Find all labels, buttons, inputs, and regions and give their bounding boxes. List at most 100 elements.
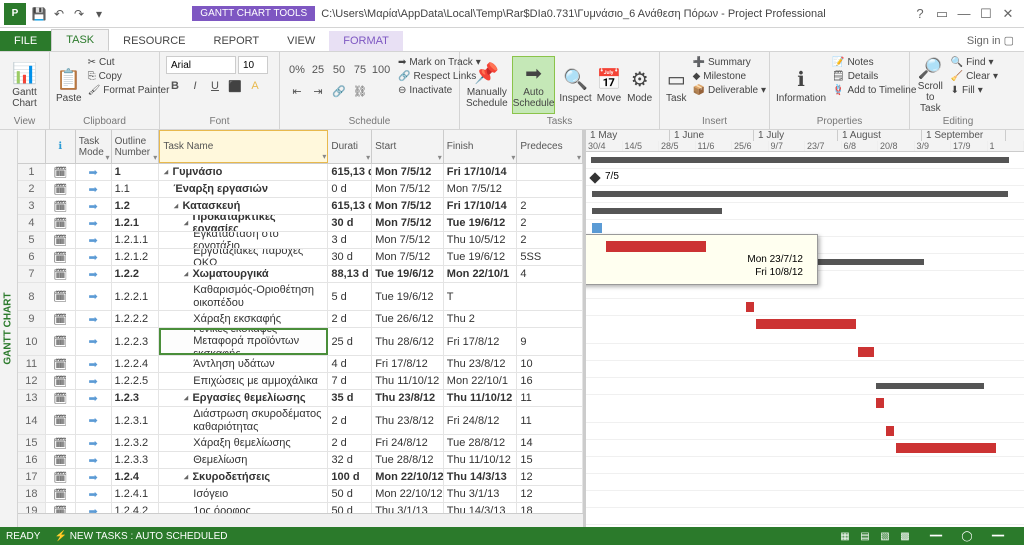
gantt-row[interactable] (586, 299, 1024, 316)
gantt-row[interactable] (586, 378, 1024, 395)
table-row[interactable]: 6🗓➡1.2.1.2Εργοταξιακές παροχές ΟΚΩ30 dMo… (18, 249, 583, 266)
col-duration[interactable]: Durati▾ (328, 130, 372, 163)
col-info[interactable]: ℹ (46, 130, 76, 163)
gantt-summary-bar[interactable] (592, 191, 1008, 197)
move-button[interactable]: 📅Move (596, 56, 623, 114)
format-painter-button[interactable]: 🖌Format Painter (86, 84, 172, 97)
gantt-milestone[interactable] (589, 172, 600, 183)
bold-button[interactable]: B (166, 77, 184, 95)
table-row[interactable]: 19🗓➡1.2.4.21ος όροφος50 dThu 3/1/13Thu 1… (18, 503, 583, 513)
table-row[interactable]: 9🗓➡1.2.2.2Χάραξη εκσκαφής2 dTue 26/6/12T… (18, 311, 583, 328)
tab-task[interactable]: TASK (51, 29, 109, 51)
pct25-button[interactable]: 25 (309, 61, 327, 79)
tab-format[interactable]: FORMAT (329, 31, 403, 51)
font-name-select[interactable] (166, 56, 236, 74)
table-row[interactable]: 12🗓➡1.2.2.5Επιχώσεις με αμμοχάλικα7 dThu… (18, 373, 583, 390)
task-insert-button[interactable]: ▭Task (666, 56, 687, 114)
font-size-select[interactable] (238, 56, 268, 74)
tab-report[interactable]: REPORT (200, 31, 274, 51)
mode-button[interactable]: ⚙Mode (626, 56, 653, 114)
table-row[interactable]: 8🗓➡1.2.2.1Καθαρισμός-Οριοθέτηση οικοπέδο… (18, 283, 583, 311)
help-icon[interactable]: ? (910, 6, 930, 21)
gantt-task-bar[interactable] (756, 319, 856, 329)
gantt-row[interactable] (586, 316, 1024, 344)
table-row[interactable]: 18🗓➡1.2.4.1Ισόγειο50 dMon 22/10/12Thu 3/… (18, 486, 583, 503)
table-row[interactable]: 2🗓➡1.1Έναρξη εργασιών0 dMon 7/5/12Mon 7/… (18, 181, 583, 198)
pct75-button[interactable]: 75 (351, 61, 369, 79)
gantt-task-bar[interactable] (746, 302, 754, 312)
manually-schedule-button[interactable]: 📌Manually Schedule (466, 56, 508, 114)
gantt-row[interactable] (586, 361, 1024, 378)
gantt-summary-bar[interactable] (592, 208, 722, 214)
gantt-row[interactable] (586, 440, 1024, 457)
zoom-out-icon[interactable]: ━━ (916, 531, 956, 542)
inspect-button[interactable]: 🔍Inspect (559, 56, 591, 114)
table-row[interactable]: 11🗓➡1.2.2.4Άντληση υδάτων4 dFri 17/8/12T… (18, 356, 583, 373)
col-predecessors[interactable]: Predeces▾ (517, 130, 583, 163)
paste-button[interactable]: 📋Paste (56, 56, 82, 114)
minimize-icon[interactable]: — (954, 6, 974, 21)
gantt-task-bar[interactable] (876, 398, 884, 408)
maximize-icon[interactable]: ☐ (976, 6, 996, 22)
undo-icon[interactable]: ↶ (50, 5, 68, 23)
gantt-row[interactable] (586, 152, 1024, 169)
pct50-button[interactable]: 50 (330, 61, 348, 79)
table-row[interactable]: 13🗓➡1.2.3Εργασίες θεμελίωσης35 dThu 23/8… (18, 390, 583, 407)
view-calendar-icon[interactable]: ▩ (896, 531, 914, 542)
summary-button[interactable]: ➕Summary (691, 56, 769, 69)
status-new-tasks[interactable]: ⚡ NEW TASKS : AUTO SCHEDULED (54, 531, 227, 542)
table-row[interactable]: 15🗓➡1.2.3.2Χάραξη θεμελίωσης2 dFri 24/8/… (18, 435, 583, 452)
col-finish[interactable]: Finish▾ (444, 130, 518, 163)
col-rownum[interactable] (18, 130, 46, 163)
grid-hscroll[interactable] (18, 513, 583, 527)
sign-in-link[interactable]: Sign in ▢ (957, 30, 1024, 51)
gantt-summary-bar[interactable] (876, 383, 984, 389)
outdent-button[interactable]: ⇤ (288, 82, 306, 100)
gantt-task-bar[interactable] (896, 443, 996, 453)
gantt-row[interactable] (586, 457, 1024, 474)
save-icon[interactable]: 💾 (30, 5, 48, 23)
gantt-chart-button[interactable]: 📊Gantt Chart (6, 56, 43, 114)
gantt-row[interactable] (586, 508, 1024, 525)
view-sidebar[interactable]: GANTT CHART (0, 130, 18, 527)
view-network-icon[interactable]: ▧ (876, 531, 894, 542)
ribbon-toggle-icon[interactable]: ▭ (932, 6, 952, 22)
table-row[interactable]: 4🗓➡1.2.1Προκαταρκτικές εργασίες30 dMon 7… (18, 215, 583, 232)
tab-file[interactable]: FILE (0, 31, 51, 51)
gantt-row[interactable] (586, 395, 1024, 423)
gantt-summary-bar[interactable] (591, 157, 1009, 163)
gantt-row[interactable] (586, 344, 1024, 361)
close-icon[interactable]: ✕ (998, 6, 1018, 22)
table-row[interactable]: 17🗓➡1.2.4Σκυροδετήσεις100 dMon 22/10/12T… (18, 469, 583, 486)
details-button[interactable]: 🗒Details (830, 70, 918, 83)
table-row[interactable]: 16🗓➡1.2.3.3Θεμελίωση32 dTue 28/8/12Thu 1… (18, 452, 583, 469)
tab-resource[interactable]: RESOURCE (109, 31, 199, 51)
gantt-row[interactable] (586, 474, 1024, 491)
cut-button[interactable]: ✂Cut (86, 56, 172, 69)
deliverable-button[interactable]: 📦Deliverable ▾ (691, 84, 769, 97)
gantt-row[interactable] (586, 186, 1024, 203)
font-color-button[interactable]: ⬛ (226, 77, 244, 95)
table-row[interactable]: 3🗓➡1.2Κατασκευή615,13 dMon 7/5/12Fri 17/… (18, 198, 583, 215)
tab-view[interactable]: VIEW (273, 31, 329, 51)
notes-button[interactable]: 📝Notes (830, 56, 918, 69)
col-outline-number[interactable]: Outline Number▾ (112, 130, 160, 163)
pct0-button[interactable]: 0% (288, 61, 306, 79)
col-start[interactable]: Start▾ (372, 130, 444, 163)
zoom-in-icon[interactable]: ━━ (978, 531, 1018, 542)
table-row[interactable]: 7🗓➡1.2.2Χωματουργικά88,13 dTue 19/6/12Mo… (18, 266, 583, 283)
indent-button[interactable]: ⇥ (309, 82, 327, 100)
link-button[interactable]: 🔗 (330, 82, 348, 100)
redo-icon[interactable]: ↷ (70, 5, 88, 23)
copy-button[interactable]: ⎘Copy (86, 70, 172, 83)
gantt-task-bar[interactable] (592, 223, 602, 233)
col-task-name[interactable]: Task Name▾ (159, 130, 328, 163)
gantt-row[interactable] (586, 203, 1024, 220)
clear-button[interactable]: 🧹Clear ▾ (949, 70, 1000, 83)
gantt-task-bar[interactable] (886, 426, 894, 436)
qat-dropdown-icon[interactable]: ▾ (90, 5, 108, 23)
gantt-row[interactable]: 7/5 (586, 169, 1024, 186)
table-row[interactable]: 1🗓➡1Γυμνάσιο615,13 dMon 7/5/12Fri 17/10/… (18, 164, 583, 181)
italic-button[interactable]: I (186, 77, 204, 95)
auto-schedule-button[interactable]: ➡Auto Schedule (512, 56, 556, 114)
